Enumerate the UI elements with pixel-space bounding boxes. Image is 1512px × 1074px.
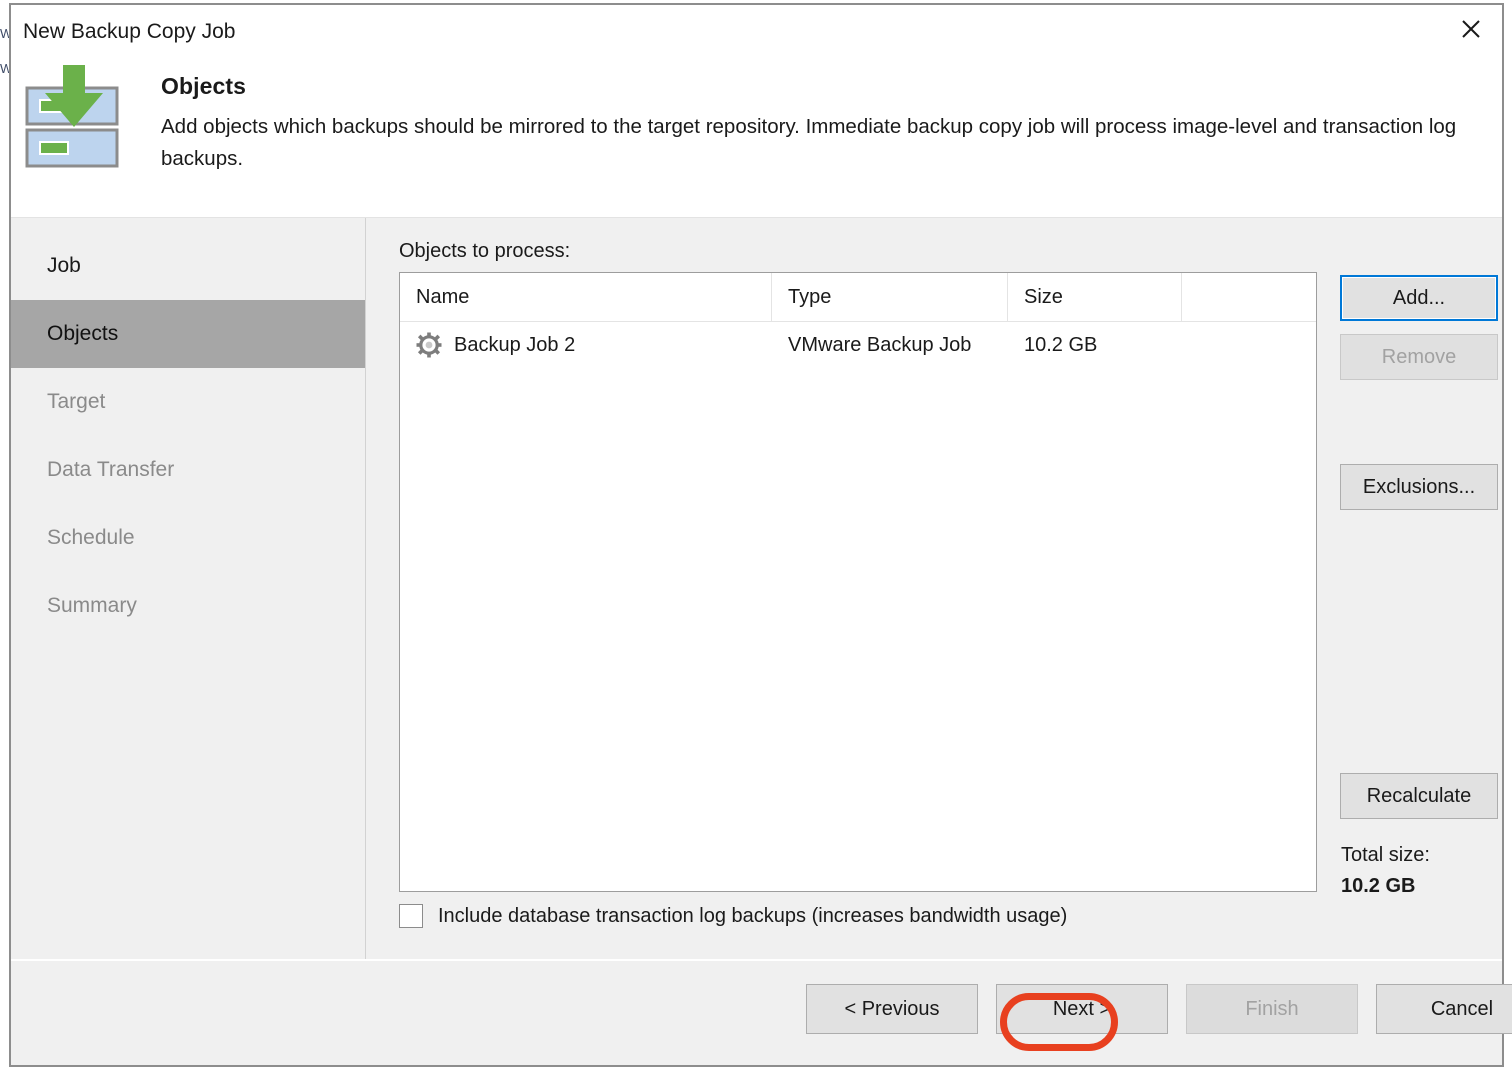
- new-backup-copy-job-dialog: New Backup Copy Job Objects Add objects …: [9, 3, 1512, 1067]
- column-header-type[interactable]: Type: [772, 273, 1008, 321]
- column-header-blank[interactable]: [1182, 273, 1316, 321]
- exclusions-button[interactable]: Exclusions...: [1340, 464, 1498, 510]
- header-text-block: Objects Add objects which backups should…: [161, 73, 1491, 217]
- sidebar-item-job[interactable]: Job: [11, 232, 365, 300]
- include-log-backups-checkbox[interactable]: [399, 904, 423, 928]
- cell-name: Backup Job 2: [400, 332, 772, 358]
- finish-button: Finish: [1186, 984, 1358, 1034]
- objects-content-row: Name Type Size Backup Job 2 VMware Backu…: [399, 272, 1500, 897]
- wizard-steps-sidebar: Job Objects Target Data Transfer Schedul…: [11, 218, 366, 959]
- backup-repository-download-icon: [23, 65, 127, 175]
- sidebar-item-data-transfer[interactable]: Data Transfer: [11, 436, 365, 504]
- object-name-text: Backup Job 2: [454, 333, 576, 356]
- objects-list-header: Name Type Size: [400, 273, 1316, 322]
- include-log-backups-label: Include database transaction log backups…: [438, 904, 1068, 927]
- include-log-backups-checkbox-row[interactable]: Include database transaction log backups…: [399, 904, 1067, 928]
- objects-side-buttons: Add... Remove Exclusions... Recalculate …: [1340, 272, 1500, 897]
- column-header-size[interactable]: Size: [1008, 273, 1182, 321]
- page-title: Objects: [161, 73, 247, 99]
- close-icon[interactable]: [1440, 3, 1502, 55]
- previous-button[interactable]: < Previous: [806, 984, 978, 1034]
- objects-list-rows: Backup Job 2 VMware Backup Job 10.2 GB: [400, 322, 1316, 891]
- total-size-value: 10.2 GB: [1341, 875, 1416, 897]
- cell-type: VMware Backup Job: [788, 333, 972, 356]
- sidebar-item-summary[interactable]: Summary: [11, 572, 365, 640]
- objects-list[interactable]: Name Type Size Backup Job 2 VMware Backu…: [399, 272, 1317, 892]
- title-bar: New Backup Copy Job: [11, 5, 1502, 57]
- column-header-name[interactable]: Name: [400, 273, 772, 321]
- objects-pane: Objects to process: Name Type Size Backu…: [366, 218, 1512, 959]
- recalculate-button[interactable]: Recalculate: [1340, 773, 1498, 819]
- sidebar-item-target[interactable]: Target: [11, 368, 365, 436]
- gear-icon: [416, 332, 442, 358]
- dialog-footer: < Previous Next > Finish Cancel: [11, 959, 1512, 1065]
- page-description: Add objects which backups should be mirr…: [161, 115, 1457, 171]
- remove-button: Remove: [1340, 334, 1498, 380]
- table-row[interactable]: Backup Job 2 VMware Backup Job 10.2 GB: [400, 322, 1316, 368]
- objects-to-process-label: Objects to process:: [399, 240, 571, 262]
- dialog-header: Objects Add objects which backups should…: [11, 57, 1502, 217]
- total-size-label: Total size:: [1341, 844, 1430, 866]
- sidebar-item-objects[interactable]: Objects: [11, 300, 365, 368]
- next-button[interactable]: Next >: [996, 984, 1168, 1034]
- add-button[interactable]: Add...: [1340, 275, 1498, 321]
- cell-size: 10.2 GB: [1024, 333, 1098, 356]
- window-title: New Backup Copy Job: [23, 20, 236, 43]
- sidebar-item-schedule[interactable]: Schedule: [11, 504, 365, 572]
- cancel-button[interactable]: Cancel: [1376, 984, 1512, 1034]
- dialog-body: Job Objects Target Data Transfer Schedul…: [11, 217, 1502, 959]
